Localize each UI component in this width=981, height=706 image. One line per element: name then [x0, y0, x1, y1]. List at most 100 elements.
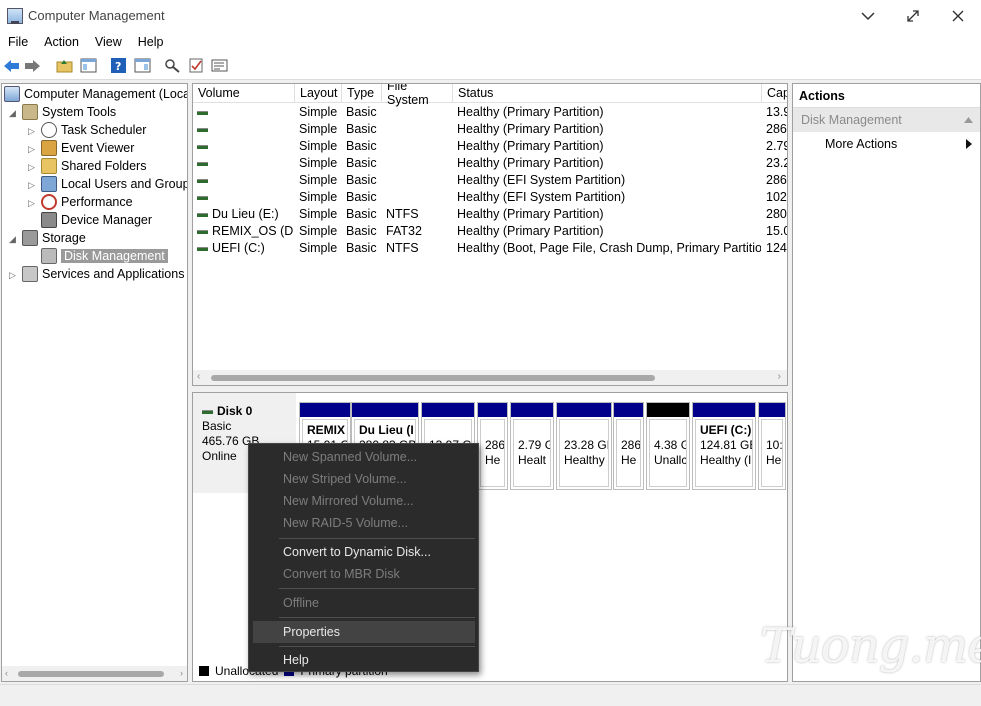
column-header-volume[interactable]: Volume	[193, 84, 295, 103]
title-bar: Computer Management	[0, 0, 981, 31]
menu-file[interactable]: File	[0, 35, 36, 49]
menu-convert-to-dynamic-disk[interactable]: Convert to Dynamic Disk...	[253, 541, 475, 563]
expand-arrow-icon[interactable]: ▷	[9, 270, 16, 281]
menu-offline[interactable]: Offline	[253, 592, 475, 614]
menu-properties[interactable]: Properties	[253, 621, 475, 643]
column-header-type[interactable]: Type	[342, 84, 382, 103]
menu-new-mirrored-volume[interactable]: New Mirrored Volume...	[253, 490, 475, 512]
menu-new-raid5-volume[interactable]: New RAID-5 Volume...	[253, 512, 475, 534]
table-row[interactable]: Simple Basic Healthy (EFI System Partition…	[193, 172, 787, 189]
unallocated-space[interactable]: 4.38 G Unallc	[646, 402, 690, 490]
forward-button[interactable]	[24, 57, 41, 74]
action-pane-button[interactable]	[134, 57, 151, 74]
help-button[interactable]: ?	[110, 57, 127, 74]
tools-icon	[22, 104, 38, 120]
tree-event-viewer[interactable]: Event Viewer	[41, 139, 134, 157]
help-icon: ?	[111, 58, 126, 73]
scroll-right-icon[interactable]: ›	[778, 371, 781, 382]
partition-block[interactable]: 10: He	[758, 402, 786, 490]
partition-label	[621, 423, 636, 438]
table-row[interactable]: Simple Basic Healthy (Primary Partition) 2.…	[193, 138, 788, 155]
menu-action[interactable]: Action	[36, 35, 87, 49]
collapse-arrow-icon[interactable]: ◢	[9, 108, 16, 119]
submenu-arrow-icon	[966, 139, 972, 149]
scrollbar-thumb[interactable]	[18, 671, 164, 677]
table-row[interactable]: Du Lieu (E:) Simple Basic NTFS Healthy (Prim…	[193, 206, 787, 223]
collapse-arrow-icon[interactable]: ◢	[9, 234, 16, 245]
scroll-right-icon[interactable]: ›	[180, 668, 183, 678]
menu-new-striped-volume[interactable]: New Striped Volume...	[253, 468, 475, 490]
table-row[interactable]: Simple Basic Healthy (Primary Partition) 13…	[193, 104, 788, 121]
table-row[interactable]: UEFI (C:) Simple Basic NTFS Healthy (Boot, P…	[193, 240, 787, 257]
partition-size: 4.38 G	[654, 438, 687, 452]
properties-check-button[interactable]	[188, 57, 205, 74]
column-header-capacity[interactable]: Cap	[762, 84, 787, 103]
table-row[interactable]: REMIX_OS (D:) Simple Basic FAT32 Healthy (Pr…	[193, 223, 787, 240]
tree-shared-folders[interactable]: Shared Folders	[41, 157, 146, 175]
partition-block[interactable]: 286 He	[477, 402, 508, 490]
scrollbar-thumb[interactable]	[211, 375, 655, 381]
partition-label	[429, 423, 467, 438]
tree-performance[interactable]: Performance	[41, 193, 133, 211]
cell-layout: Simple	[299, 190, 338, 204]
cell-type: Basic	[346, 224, 377, 238]
cell-cap: 286	[766, 122, 787, 136]
show-hide-tree-button[interactable]	[80, 57, 97, 74]
table-row[interactable]: Simple Basic Healthy (EFI System Partition…	[193, 189, 787, 206]
menu-help[interactable]: Help	[130, 35, 172, 49]
more-actions[interactable]: More Actions	[793, 132, 980, 156]
tree-system-tools[interactable]: System Tools	[22, 103, 116, 121]
volume-list-scrollbar[interactable]: ‹ ›	[193, 370, 787, 385]
up-folder-button[interactable]	[56, 57, 73, 74]
cell-layout: Simple	[299, 241, 338, 255]
tree-horizontal-scrollbar[interactable]: ‹ ›	[2, 666, 187, 681]
cell-fs	[386, 104, 452, 121]
tree-local-users[interactable]: Local Users and Groups	[41, 175, 187, 193]
menu-view[interactable]: View	[87, 35, 130, 49]
volume-icon	[197, 178, 208, 183]
maximize-button[interactable]	[890, 0, 936, 31]
menu-separator	[279, 617, 475, 618]
tree-device-manager[interactable]: Device Manager	[41, 211, 152, 229]
cell-cap: 13.9	[766, 105, 788, 119]
tree-services-applications[interactable]: Services and Applications	[22, 265, 184, 283]
minimize-button[interactable]	[845, 0, 891, 31]
partition-block[interactable]: 286 He	[613, 402, 644, 490]
expand-arrow-icon[interactable]: ▷	[28, 180, 35, 191]
volume-icon	[197, 229, 208, 234]
cell-status: Healthy (Primary Partition)	[457, 207, 604, 221]
partition-info: UEFI (C:) 124.81 GB Healthy (I	[695, 419, 753, 487]
partition-block[interactable]: 2.79 G Healt	[510, 402, 554, 490]
expand-arrow-icon[interactable]: ▷	[28, 198, 35, 209]
column-header-status[interactable]: Status	[453, 84, 762, 103]
column-header-file-system[interactable]: File System	[382, 84, 453, 107]
volume-icon	[197, 110, 208, 115]
scroll-left-icon[interactable]: ‹	[5, 668, 8, 678]
back-button[interactable]	[3, 57, 20, 74]
tree-task-scheduler[interactable]: Task Scheduler	[41, 121, 146, 139]
close-button[interactable]	[935, 0, 981, 31]
expand-arrow-icon[interactable]: ▷	[28, 144, 35, 155]
cell-cap: 2.79	[766, 139, 788, 153]
list-view-button[interactable]	[211, 57, 228, 74]
cell-volume	[197, 121, 293, 138]
expand-arrow-icon[interactable]: ▷	[28, 162, 35, 173]
rescan-disks-button[interactable]	[164, 57, 181, 74]
partition-block[interactable]: 23.28 GEHealthy	[556, 402, 612, 490]
close-icon	[952, 10, 964, 21]
clock-icon	[41, 122, 57, 138]
partition-block[interactable]: UEFI (C:) 124.81 GB Healthy (I	[692, 402, 756, 490]
tree-disk-management[interactable]: Disk Management	[41, 247, 168, 265]
menu-new-spanned-volume[interactable]: New Spanned Volume...	[253, 446, 475, 468]
expand-arrow-icon[interactable]: ▷	[28, 126, 35, 137]
table-row[interactable]: Simple Basic Healthy (Primary Partition) 28…	[193, 121, 787, 138]
column-header-layout[interactable]: Layout	[295, 84, 342, 103]
table-row[interactable]: Simple Basic Healthy (Primary Partition) 23…	[193, 155, 787, 172]
partition-status: Healt	[518, 453, 547, 467]
actions-section-disk-management[interactable]: Disk Management	[793, 108, 980, 132]
menu-help[interactable]: Help	[253, 649, 475, 671]
scroll-left-icon[interactable]: ‹	[197, 371, 200, 382]
tree-storage[interactable]: Storage	[22, 229, 86, 247]
menu-convert-to-mbr-disk[interactable]: Convert to MBR Disk	[253, 563, 475, 585]
tree-root[interactable]: Computer Management (Local	[4, 85, 187, 103]
